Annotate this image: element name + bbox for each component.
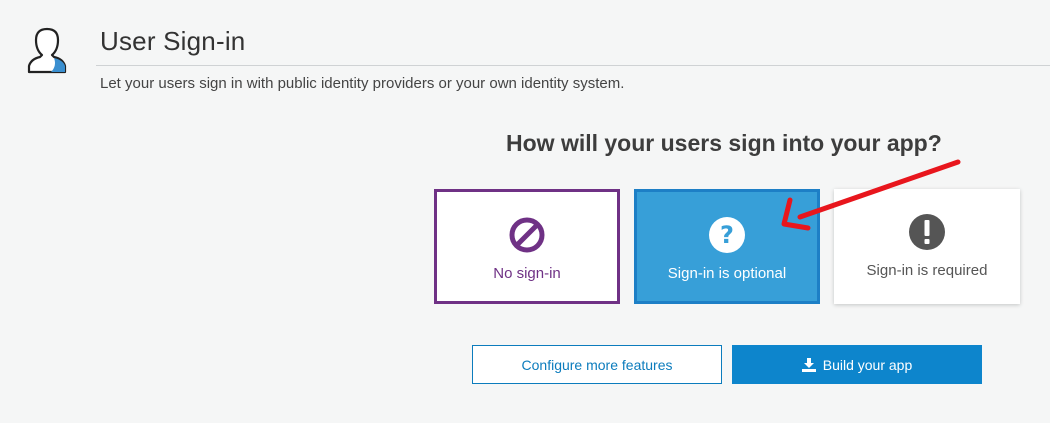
- title-divider: [96, 65, 1050, 66]
- red-arrow-annotation: [781, 159, 961, 231]
- download-icon: [801, 357, 816, 372]
- question-circle-icon: ?: [709, 217, 745, 253]
- svg-text:?: ?: [720, 221, 734, 249]
- prohibited-icon: [509, 217, 545, 253]
- option-label: Sign-in is optional: [667, 265, 787, 282]
- page-subtitle: Let your users sign in with public ident…: [100, 75, 625, 92]
- user-silhouette-icon: [27, 27, 67, 74]
- option-label: No sign-in: [493, 265, 561, 282]
- build-button-label: Build your app: [822, 356, 913, 373]
- build-your-app-button[interactable]: Build your app: [732, 345, 982, 384]
- option-label: Sign-in is required: [866, 262, 988, 279]
- option-no-sign-in[interactable]: No sign-in: [434, 189, 620, 304]
- configure-button-label: Configure more features: [521, 356, 673, 373]
- configure-more-features-button[interactable]: Configure more features: [472, 345, 722, 384]
- page-title: User Sign-in: [100, 26, 246, 56]
